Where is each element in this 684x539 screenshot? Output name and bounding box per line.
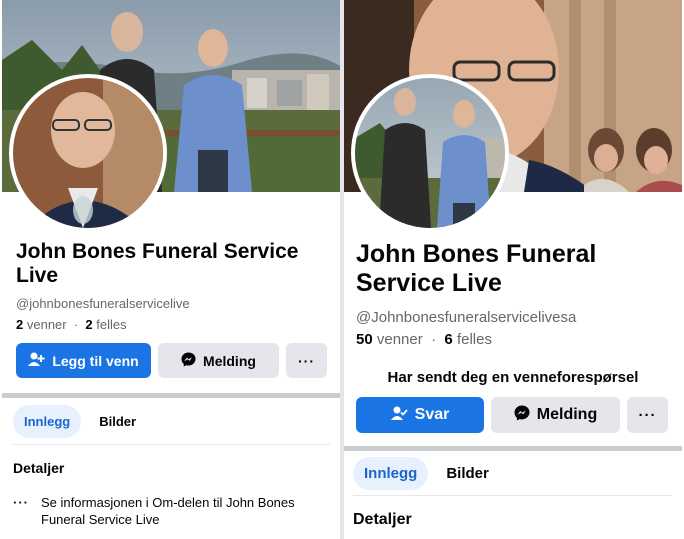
mutual-count: 6 (444, 331, 453, 348)
friends-count: 50 (356, 331, 373, 348)
messenger-icon (181, 351, 196, 370)
profile-tabs: Innlegg Bilder (353, 457, 495, 490)
respond-label: Svar (414, 406, 450, 423)
profile-handle: @johnbonesfuneralservicelive (16, 296, 190, 311)
mutual-label[interactable]: felles (96, 317, 126, 332)
person-check-icon (390, 406, 408, 425)
person-plus-icon (28, 352, 45, 369)
tabs-divider (353, 495, 672, 496)
more-dots-icon: ··· (638, 406, 657, 424)
friends-summary: 2 venner · 2 felles (16, 317, 127, 332)
profile-picture[interactable] (9, 74, 167, 232)
more-dots-icon: ··· (13, 495, 29, 510)
details-about-text: Se informasjonen i Om-delen til John Bon… (41, 495, 295, 527)
profile-name: John Bones Funeral Service Live (16, 240, 299, 288)
profile-card-right: John Bones Funeral Service Live @Johnbon… (344, 0, 682, 539)
friends-label[interactable]: venner (27, 317, 67, 332)
section-separator (2, 393, 340, 398)
details-title: Detaljer (353, 511, 412, 528)
details-title: Detaljer (13, 460, 65, 476)
message-label: Melding (203, 352, 256, 369)
dot-separator: · (70, 317, 82, 332)
profile-picture-image (355, 78, 505, 228)
tab-posts[interactable]: Innlegg (353, 457, 429, 490)
more-options-button[interactable]: ··· (286, 343, 327, 378)
mutual-label[interactable]: felles (457, 331, 492, 348)
details-about-row[interactable]: ··· Se informasjonen i Om-delen til John… (13, 494, 323, 528)
message-button[interactable]: Melding (158, 343, 279, 378)
profile-name: John Bones Funeral Service Live (356, 240, 597, 297)
more-dots-icon: ··· (298, 352, 315, 369)
friends-count: 2 (16, 317, 24, 332)
add-friend-label: Legg til venn (52, 352, 139, 369)
profile-card-left: John Bones Funeral Service Live @johnbon… (2, 0, 340, 539)
friends-summary: 50 venner · 6 felles (356, 331, 492, 348)
tab-photos[interactable]: Bilder (440, 457, 495, 490)
messenger-icon (514, 405, 530, 426)
more-options-button[interactable]: ··· (627, 397, 668, 433)
friends-label[interactable]: venner (377, 331, 423, 348)
section-separator (344, 446, 682, 451)
message-button[interactable]: Melding (491, 397, 620, 433)
friend-request-notice: Har sendt deg en venneforespørsel (387, 369, 639, 386)
message-label: Melding (536, 406, 598, 423)
dot-separator: · (426, 331, 441, 348)
profile-tabs: Innlegg Bilder (13, 405, 142, 438)
profile-picture[interactable] (351, 74, 509, 232)
mutual-count: 2 (85, 317, 93, 332)
profile-picture-image (13, 78, 163, 228)
tab-posts[interactable]: Innlegg (13, 405, 82, 438)
tab-photos[interactable]: Bilder (93, 405, 142, 438)
tabs-divider (13, 444, 330, 445)
profile-handle: @Johnbonesfuneralservicelivesa (356, 309, 577, 326)
respond-button[interactable]: Svar (356, 397, 484, 433)
add-friend-button[interactable]: Legg til venn (16, 343, 151, 378)
